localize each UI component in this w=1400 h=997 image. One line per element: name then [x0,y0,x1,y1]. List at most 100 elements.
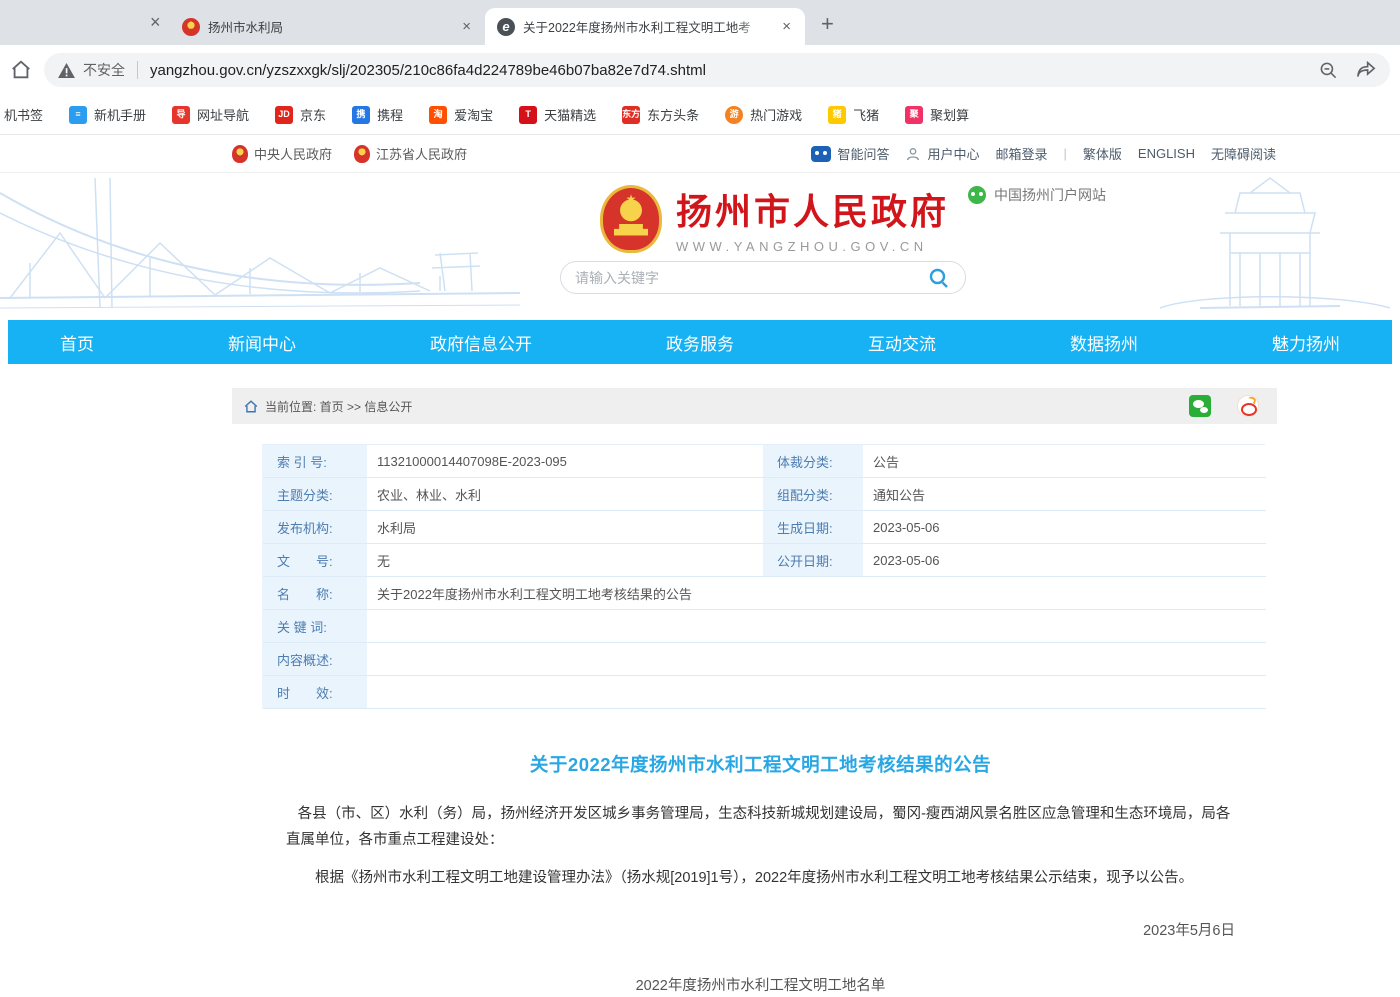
nav-services[interactable]: 政务服务 [656,330,744,355]
bookmark-remenyouxi[interactable]: 游 热门游戏 [725,105,802,124]
bridge-artwork [0,173,520,320]
meta-value: 2023-05-06 [863,544,1266,577]
breadcrumb-text[interactable]: 当前位置: 首页 >> 信息公开 [265,398,412,415]
traditional-chinese-link[interactable]: 繁体版 [1083,144,1122,163]
search-input[interactable] [575,270,927,286]
share-icon[interactable] [1356,61,1376,79]
search-icon[interactable] [927,266,951,290]
main-nav: 首页 新闻中心 政府信息公开 政务服务 互动交流 数据扬州 魅力扬州 [8,320,1392,364]
new-tab-button[interactable]: + [821,11,834,37]
bookmark-jishuqian[interactable]: 机书签 [4,105,43,124]
fliggy-icon: 猪 [828,106,846,124]
nav-news[interactable]: 新闻中心 [218,330,306,355]
meta-label: 公开日期: [763,544,863,577]
bookmark-wangzhidaohang[interactable]: 导 网址导航 [172,105,249,124]
gov-emblem-icon [232,145,248,163]
bookmark-tmall[interactable]: T 天猫精选 [519,105,596,124]
meta-value [367,676,1266,709]
jiangsu-gov-link[interactable]: 江苏省人民政府 [354,144,467,163]
utility-bar: 中央人民政府 江苏省人民政府 智能问答 用户中心 邮箱登录 | 繁体版 ENGL… [0,135,1400,173]
zoom-out-icon[interactable] [1319,61,1338,80]
site-banner: 扬州市人民政府 WWW.YANGZHOU.GOV.CN 中国扬州门户网站 [0,173,1400,320]
meta-label: 主题分类: [263,478,367,511]
article-date: 2023年5月6日 [286,919,1235,940]
document-meta-table: 索 引 号: 11321000014407098E-2023-095 体裁分类:… [262,444,1265,709]
manual-icon: ≡ [69,106,87,124]
bookmark-dongfangtoutiao[interactable]: 东方 东方头条 [622,105,699,124]
meta-value: 农业、林业、水利 [367,478,763,511]
pavilion-artwork [1140,173,1400,320]
nav-interaction[interactable]: 互动交流 [858,330,946,355]
meta-value: 通知公告 [863,478,1266,511]
meta-label: 内容概述: [263,643,367,676]
wechat-share-icon[interactable] [1189,395,1211,417]
meta-value [367,643,1266,676]
meta-value: 关于2022年度扬州市水利工程文明工地考核结果的公告 [367,577,1266,610]
meta-label: 关 键 词: [263,610,367,643]
tab-title: 扬州市水利局 [208,17,452,36]
browser-tab-active[interactable]: e 关于2022年度扬州市水利工程文明工地考 × [485,8,805,45]
tab-title: 关于2022年度扬州市水利工程文明工地考 [523,17,772,36]
home-icon[interactable] [10,59,32,81]
meta-label: 生成日期: [763,511,863,544]
smart-qa-link[interactable]: 智能问答 [811,144,889,163]
nav-data[interactable]: 数据扬州 [1060,330,1148,355]
meta-value: 无 [367,544,763,577]
central-gov-link[interactable]: 中央人民政府 [232,144,332,163]
address-bar: 不安全 yangzhou.gov.cn/yzszxxgk/slj/202305/… [0,45,1400,95]
meta-value [367,610,1266,643]
nav-charm[interactable]: 魅力扬州 [1262,330,1350,355]
divider: | [1064,146,1067,161]
juhuasuan-icon: 聚 [905,106,923,124]
close-icon[interactable]: × [780,18,793,35]
close-icon[interactable]: × [150,12,161,33]
home-icon[interactable] [244,400,258,413]
bookmark-juhuasuan[interactable]: 聚 聚划算 [905,105,969,124]
not-secure-warning-icon[interactable] [58,63,75,78]
divider [137,61,138,79]
meta-label: 体裁分类: [763,445,863,478]
meta-value: 公告 [863,445,1266,478]
accessibility-link[interactable]: 无障碍阅读 [1211,144,1276,163]
tmall-icon: T [519,106,537,124]
url-field[interactable]: 不安全 yangzhou.gov.cn/yzszxxgk/slj/202305/… [44,53,1390,87]
meta-label: 发布机构: [263,511,367,544]
portal-badge-icon [968,186,986,204]
breadcrumb: 当前位置: 首页 >> 信息公开 [232,388,1277,424]
list-title: 2022年度扬州市水利工程文明工地名单 [286,974,1235,995]
bookmark-ctrip[interactable]: 携 携程 [352,105,403,124]
article: 关于2022年度扬州市水利工程文明工地考核结果的公告 各县（市、区）水利（务）局… [232,751,1277,995]
taobao-icon: 淘 [429,106,447,124]
meta-label: 组配分类: [763,478,863,511]
article-title: 关于2022年度扬州市水利工程文明工地考核结果的公告 [286,751,1235,777]
site-search [560,261,966,294]
gov-emblem-favicon-icon: ★ [182,18,200,36]
portal-tag[interactable]: 中国扬州门户网站 [968,185,1106,205]
meta-label: 名 称: [263,577,367,610]
site-title: 扬州市人民政府 [676,183,949,235]
meta-value: 水利局 [367,511,763,544]
close-icon[interactable]: × [460,18,473,35]
bookmark-xinjishouce[interactable]: ≡ 新机手册 [69,105,146,124]
bookmark-fliggy[interactable]: 猪 飞猪 [828,105,879,124]
bookmark-aitaobao[interactable]: 淘 爱淘宝 [429,105,493,124]
browser-tab-shuiliju[interactable]: ★ 扬州市水利局 × [170,8,485,45]
english-link[interactable]: ENGLISH [1138,146,1195,161]
national-emblem-icon [600,185,662,253]
article-paragraph: 根据《扬州市水利工程文明工地建设管理办法》（扬水规[2019]1号），2022年… [286,865,1235,891]
meta-label: 时 效: [263,676,367,709]
page-content: 当前位置: 首页 >> 信息公开 索 引 号: 1132100001440709… [232,388,1277,995]
weibo-share-icon[interactable] [1237,395,1259,417]
nav-home[interactable]: 首页 [50,330,104,355]
tab-strip: × ★ 扬州市水利局 × e 关于2022年度扬州市水利工程文明工地考 × + [0,0,1400,45]
gov-emblem-icon [354,145,370,163]
meta-label: 索 引 号: [263,445,367,478]
person-icon [905,146,921,162]
mail-login-link[interactable]: 邮箱登录 [995,144,1047,163]
bookmark-jd[interactable]: JD 京东 [275,105,326,124]
nav-site-icon: 导 [172,106,190,124]
nav-gov-info[interactable]: 政府信息公开 [420,330,542,355]
site-logo[interactable]: 扬州市人民政府 WWW.YANGZHOU.GOV.CN [600,183,949,254]
user-center-link[interactable]: 用户中心 [905,144,979,163]
meta-label: 文 号: [263,544,367,577]
